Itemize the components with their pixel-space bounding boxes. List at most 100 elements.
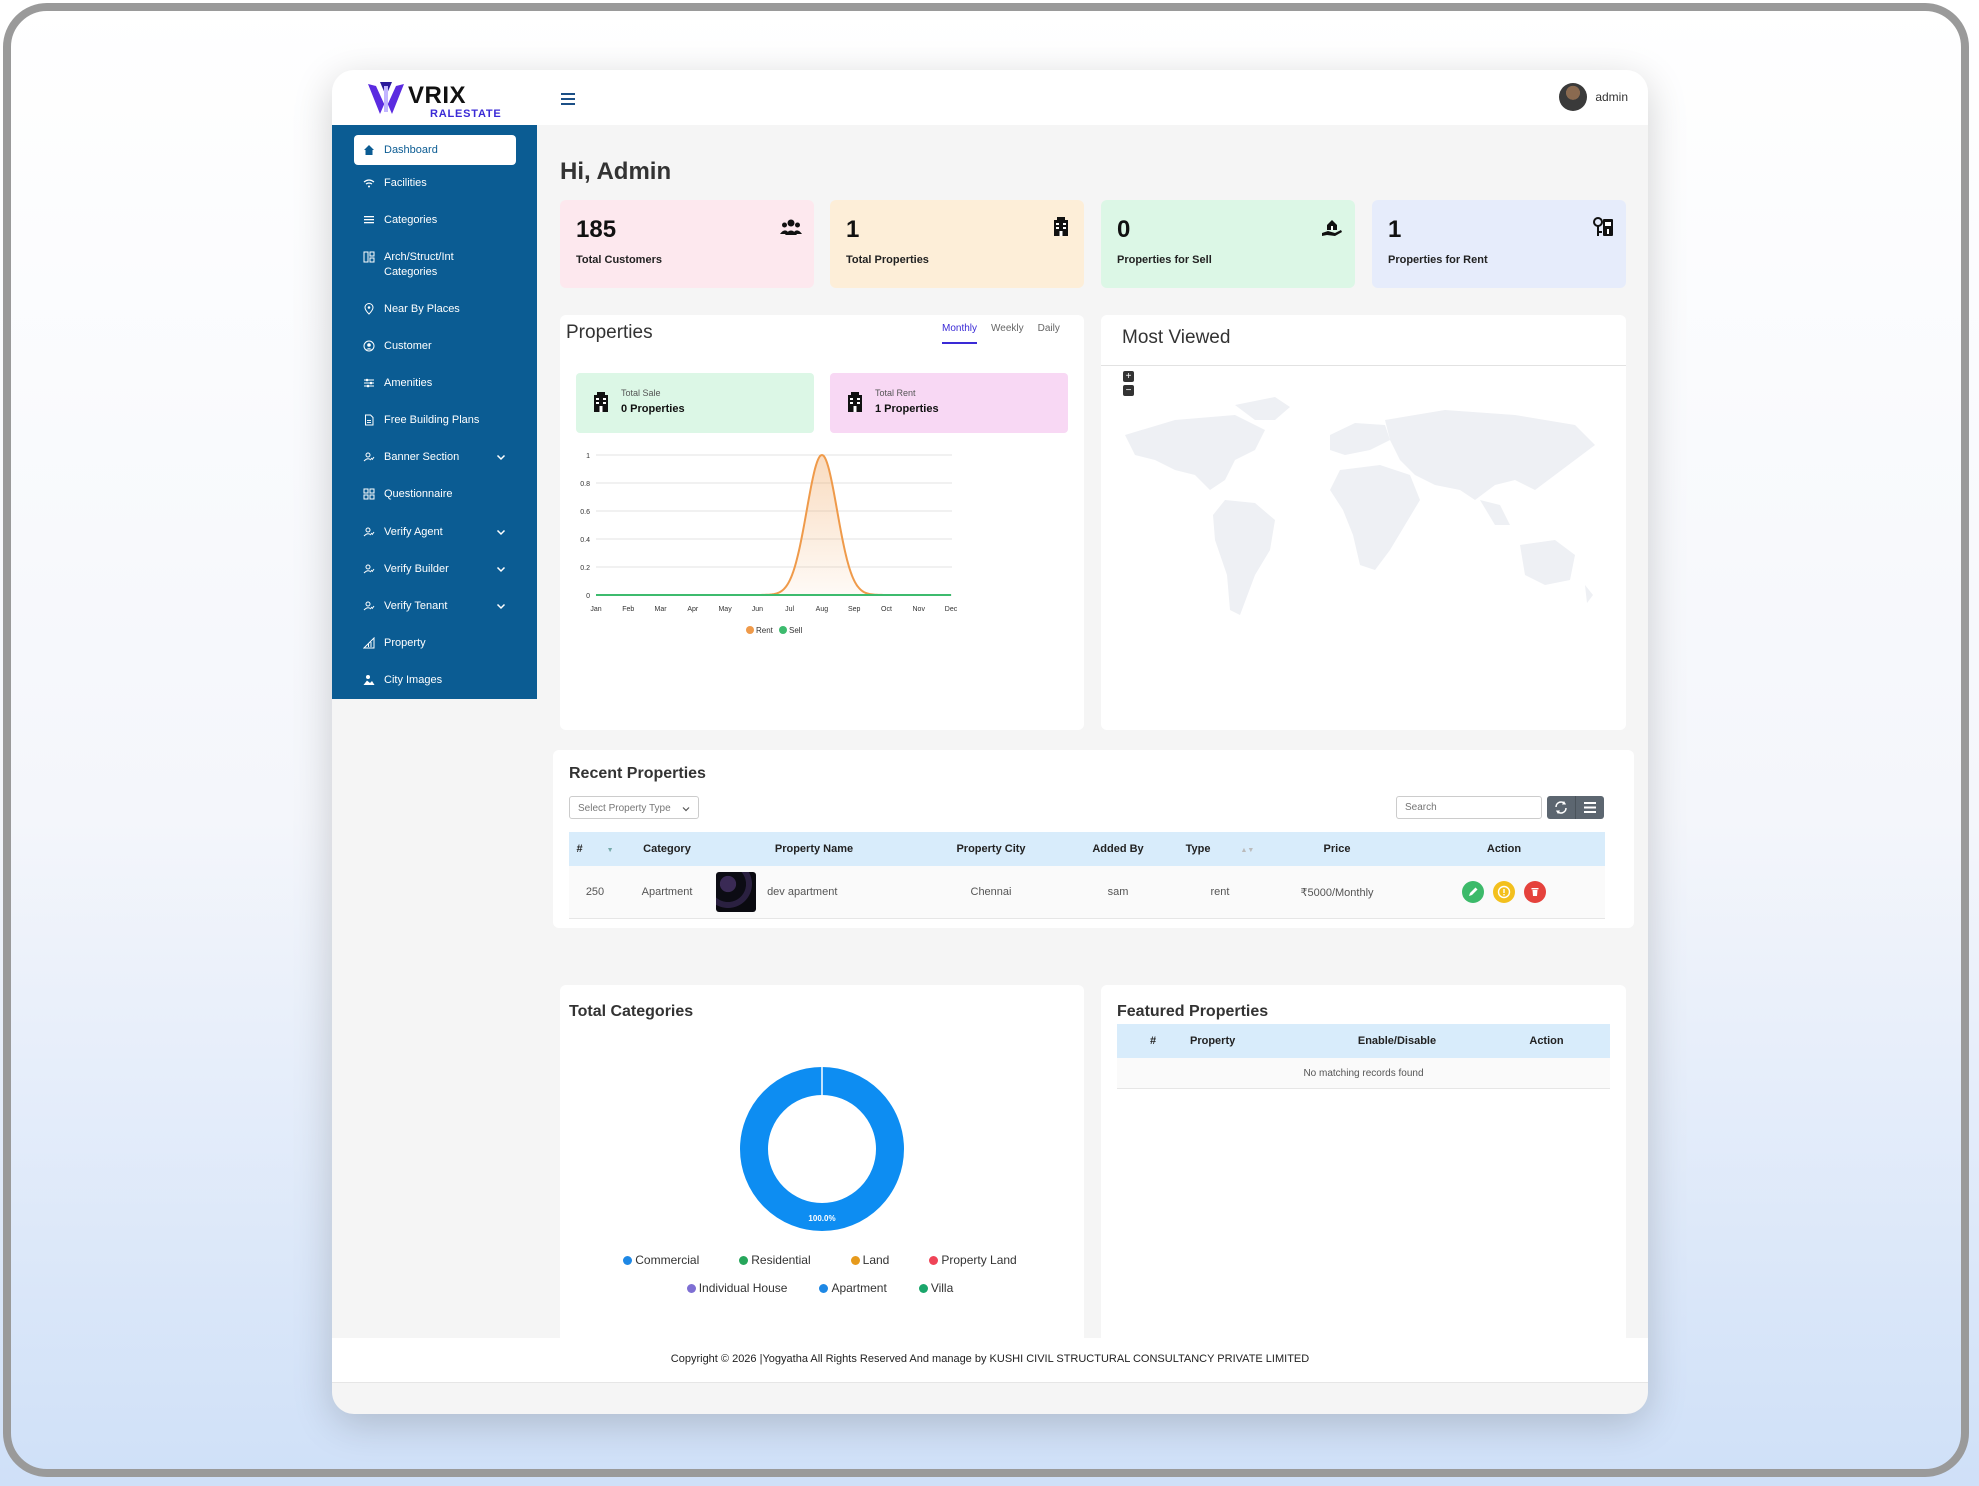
cell-property-name: dev apartment (713, 866, 915, 919)
column-header-property-city[interactable]: Property City (915, 832, 1067, 866)
column-header-property-name[interactable]: Property Name (713, 832, 915, 866)
x-tick-label: Sep (848, 606, 861, 613)
y-tick-label: 0.2 (580, 565, 590, 572)
legend-item-commercial[interactable]: Commercial (623, 1253, 699, 1267)
property-type-select[interactable]: Select Property Type (569, 796, 699, 819)
legend-marker-rent[interactable] (746, 626, 754, 634)
property-name-text: dev apartment (767, 885, 838, 898)
sidebar-item-questionnaire[interactable]: Questionnaire (354, 487, 516, 502)
user-check-icon (362, 599, 376, 613)
sidebar-item-facilities[interactable]: Facilities (354, 176, 516, 191)
sidebar-item-property[interactable]: Property (354, 636, 516, 651)
categories-legend-row-1: Commercial Residential Land Property Lan… (560, 1253, 1080, 1267)
stat-card-total-customers[interactable]: 185 Total Customers (560, 200, 814, 288)
delete-button[interactable] (1524, 881, 1547, 903)
sidebar-item-verify-tenant[interactable]: Verify Tenant (354, 599, 516, 614)
user-check-icon (362, 525, 376, 539)
sidebar-item-label: Verify Builder (384, 563, 449, 575)
stat-value: 185 (576, 216, 617, 243)
world-map[interactable] (1115, 375, 1615, 635)
column-header-price[interactable]: Price (1271, 832, 1403, 866)
stat-value: 0 (1117, 216, 1131, 243)
sidebar-item-near-by-places[interactable]: Near By Places (354, 302, 516, 317)
edit-button[interactable] (1461, 881, 1484, 903)
chevron-down-icon (496, 454, 506, 461)
legend-item-property-land[interactable]: Property Land (929, 1253, 1017, 1267)
stat-label: Properties for Sell (1117, 254, 1212, 266)
table-row[interactable]: 250 Apartment dev apartment Chennai sam … (569, 866, 1605, 919)
home-icon (362, 143, 376, 157)
chevron-down-icon (496, 529, 506, 536)
cell-action (1403, 866, 1605, 919)
tab-daily[interactable]: Daily (1038, 323, 1060, 344)
column-header-added-by[interactable]: Added By (1067, 832, 1169, 866)
list-icon (362, 213, 376, 227)
total-rent-box: Total Rent 1 Properties (830, 373, 1068, 433)
tab-monthly[interactable]: Monthly (942, 323, 978, 344)
sidebar: Dashboard Facilities Categories Arch/Str… (332, 125, 537, 699)
stat-card-properties-for-sell[interactable]: 0 Properties for Sell (1101, 200, 1355, 288)
legend-item-land[interactable]: Land (850, 1253, 889, 1267)
sidebar-item-city-images[interactable]: City Images (354, 673, 516, 688)
column-header-category[interactable]: Category (621, 832, 713, 866)
sliders-icon (362, 376, 376, 390)
brand-subtitle: RALESTATE (430, 108, 502, 120)
x-tick-label: Aug (816, 606, 829, 613)
recent-properties-title: Recent Properties (569, 765, 706, 782)
sidebar-item-dashboard[interactable]: Dashboard (354, 135, 516, 165)
stat-card-total-properties[interactable]: 1 Total Properties (830, 200, 1084, 288)
legend-item-individual-house[interactable]: Individual House (686, 1281, 787, 1295)
wifi-icon (362, 176, 376, 190)
user-circle-icon (362, 339, 376, 353)
legend-dot (686, 1283, 696, 1293)
column-header-property[interactable]: Property (1189, 1024, 1311, 1058)
x-tick-label: Oct (881, 606, 892, 613)
column-header-id[interactable]: # ▼ (569, 832, 621, 866)
legend-item-residential[interactable]: Residential (739, 1253, 811, 1267)
table-row: No matching records found (1117, 1058, 1610, 1089)
x-tick-label: May (718, 606, 732, 613)
top-bar: VRIX RALESTATE admin (332, 70, 1648, 125)
menu-toggle-icon[interactable] (561, 92, 577, 106)
tab-weekly[interactable]: Weekly (991, 323, 1024, 344)
x-tick-label: Dec (945, 606, 958, 613)
refresh-icon[interactable] (1547, 796, 1575, 819)
cell-city: Chennai (915, 866, 1067, 919)
legend-dot (929, 1255, 939, 1265)
sidebar-item-verify-agent[interactable]: Verify Agent (354, 525, 516, 540)
column-header-type[interactable]: Type ▲▼ (1169, 832, 1271, 866)
column-header-action: Action (1403, 832, 1605, 866)
page-title: Hi, Admin (560, 158, 672, 185)
sidebar-item-customer[interactable]: Customer (354, 339, 516, 354)
x-tick-label: Nov (913, 606, 926, 613)
user-check-icon (362, 450, 376, 464)
donut-percent-label: 100.0% (808, 1214, 835, 1223)
user-menu[interactable]: admin (1559, 82, 1628, 112)
properties-card-title: Properties (566, 322, 653, 343)
brand-logo[interactable]: VRIX RALESTATE (366, 80, 501, 120)
legend-item-apartment[interactable]: Apartment (819, 1281, 887, 1295)
legend-marker-sell[interactable] (779, 626, 787, 634)
sidebar-item-arch-struct-int-categories[interactable]: Arch/Struct/Int Categories (354, 250, 516, 280)
sidebar-item-free-building-plans[interactable]: Free Building Plans (354, 413, 516, 428)
columns-icon[interactable] (1576, 796, 1604, 819)
donut-slice-apartment[interactable] (740, 1067, 904, 1231)
search-input[interactable] (1396, 796, 1542, 819)
property-thumbnail[interactable] (716, 872, 756, 912)
legend-item-villa[interactable]: Villa (918, 1281, 953, 1295)
column-header-id[interactable]: # (1117, 1024, 1189, 1058)
user-name: admin (1595, 90, 1628, 104)
sidebar-item-label: Verify Tenant (384, 600, 448, 612)
sidebar-item-amenities[interactable]: Amenities (354, 376, 516, 391)
categories-donut-chart[interactable]: 100.0% (737, 1064, 907, 1234)
sidebar-item-verify-builder[interactable]: Verify Builder (354, 562, 516, 577)
y-tick-label: 1 (586, 453, 590, 460)
info-button[interactable] (1493, 881, 1515, 903)
key-icon (1593, 217, 1613, 236)
stat-card-properties-for-rent[interactable]: 1 Properties for Rent (1372, 200, 1626, 288)
sidebar-item-label: Categories (384, 214, 438, 226)
sidebar-item-banner-section[interactable]: Banner Section (354, 450, 516, 465)
sidebar-item-categories[interactable]: Categories (354, 213, 516, 228)
logo-mark-icon (368, 82, 404, 114)
column-header-enable-disable[interactable]: Enable/Disable (1311, 1024, 1483, 1058)
